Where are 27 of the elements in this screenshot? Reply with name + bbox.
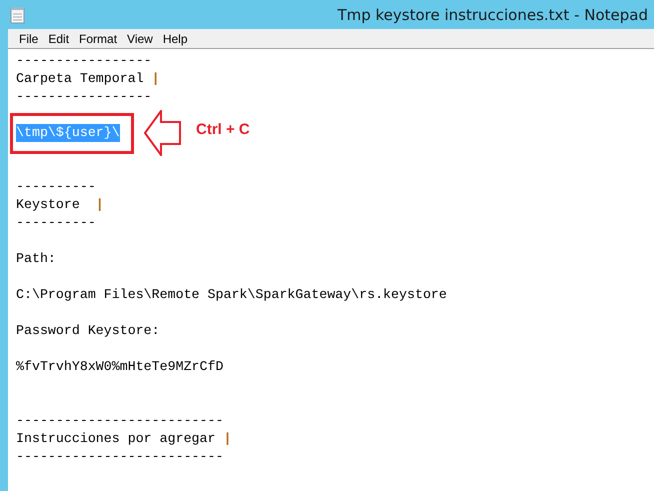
menu-item[interactable]: Format bbox=[76, 32, 124, 46]
menu-item[interactable]: Help bbox=[160, 32, 194, 46]
text-line: -------------------------- bbox=[16, 412, 224, 430]
shortcut-label: Ctrl + C bbox=[196, 121, 250, 138]
text-line: Carpeta Temporal bbox=[16, 70, 145, 88]
bar-marker: | bbox=[223, 430, 232, 448]
arrow-icon bbox=[144, 110, 182, 156]
text-line: ----------------- bbox=[16, 52, 152, 70]
text-line: Instrucciones por agregar bbox=[16, 430, 216, 448]
menu-item[interactable]: View bbox=[124, 32, 159, 46]
text-line: %fvTrvhY8xW0%mHteTe9MZrCfD bbox=[16, 358, 224, 376]
menu-item[interactable]: Edit bbox=[45, 32, 76, 46]
text-line: ---------- bbox=[16, 214, 96, 232]
text-editor[interactable] bbox=[8, 48, 654, 491]
text-line: Path: bbox=[16, 250, 56, 268]
text-line: ---------- bbox=[16, 178, 96, 196]
selected-text: \tmp\${user}\ bbox=[16, 124, 120, 142]
text-line: ----------------- bbox=[16, 88, 152, 106]
window-title: Tmp keystore instrucciones.txt - Notepad bbox=[337, 6, 648, 24]
bar-marker: | bbox=[96, 196, 104, 214]
notepad-icon bbox=[10, 6, 26, 24]
text-line: C:\Program Files\Remote Spark\SparkGateway\rs.keystore bbox=[16, 286, 447, 304]
menu-item[interactable]: File bbox=[16, 32, 44, 46]
text-line: Password Keystore: bbox=[16, 322, 160, 340]
text-line: Keystore bbox=[16, 196, 81, 214]
bar-marker: | bbox=[152, 70, 160, 88]
text-line: -------------------------- bbox=[16, 448, 224, 466]
